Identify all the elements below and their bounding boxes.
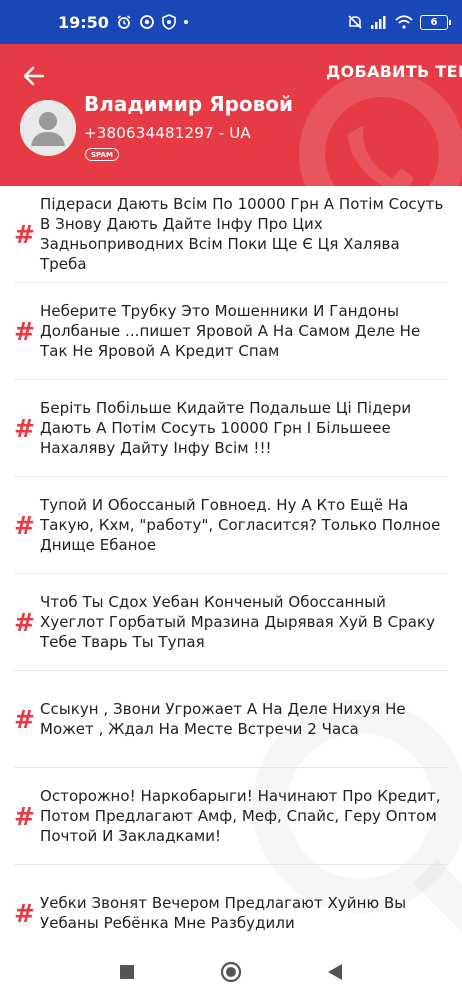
add-tag-button[interactable]: ДОБАВИТЬ ТЕГ xyxy=(326,62,462,81)
back-nav-button[interactable] xyxy=(321,958,349,986)
comment-text: Беріть Побільше Кидайте Подальше Ці Піде… xyxy=(40,399,412,457)
mute-icon xyxy=(347,14,363,30)
spam-badge: SPAM xyxy=(85,148,119,161)
battery-icon: 6 xyxy=(420,14,451,30)
status-time: 19:50 xyxy=(58,12,109,32)
contact-name: Владимир Яровой xyxy=(84,92,294,116)
alarm-icon xyxy=(116,14,132,30)
triangle-back-icon xyxy=(328,964,342,980)
comment-text: Уебки Звонят Вечером Предлагают Хуйню Вы… xyxy=(40,894,407,932)
hash-icon: # xyxy=(14,704,35,734)
comment-item[interactable]: # Осторожно! Наркобарыги! Начинают Про К… xyxy=(14,768,448,865)
comment-text: Підераси Дають Всім По 10000 Грн А Потім… xyxy=(40,195,444,273)
avatar xyxy=(20,100,76,156)
comment-item[interactable]: # Ссыкун , Звони Угрожает А На Деле Ниху… xyxy=(14,671,448,768)
comment-text: Чтоб Ты Сдох Уебан Конченый Обоссанный Х… xyxy=(40,593,436,651)
comment-text: Ссыкун , Звони Угрожает А На Деле Нихуя … xyxy=(40,700,406,738)
back-button[interactable] xyxy=(18,60,50,92)
contact-header: ДОБАВИТЬ ТЕГ Владимир Яровой +3806344812… xyxy=(0,44,462,186)
hash-icon: # xyxy=(14,510,35,540)
comment-text: Осторожно! Наркобарыги! Начинают Про Кре… xyxy=(40,787,441,845)
status-bar: 19:50 6 xyxy=(0,0,462,44)
comment-item[interactable]: # Уебки Звонят Вечером Предлагают Хуйню … xyxy=(14,865,448,944)
comment-list[interactable]: # Підераси Дають Всім По 10000 Грн А Пот… xyxy=(0,186,462,944)
dot-icon xyxy=(183,19,189,25)
home-button[interactable] xyxy=(217,958,245,986)
hash-icon: # xyxy=(14,219,35,249)
hash-icon: # xyxy=(14,801,35,831)
browser-icon xyxy=(139,14,155,30)
signal-icon xyxy=(370,15,388,29)
hash-icon: # xyxy=(14,607,35,637)
square-icon xyxy=(120,965,134,979)
hash-icon: # xyxy=(14,898,35,928)
comment-item[interactable]: # Тупой И Обоссаный Говноед. Ну А Кто Ещ… xyxy=(14,477,448,574)
hash-icon: # xyxy=(14,316,35,346)
comment-text: Тупой И Обоссаный Говноед. Ну А Кто Ещё … xyxy=(40,496,441,554)
wifi-icon xyxy=(395,15,413,29)
comment-item[interactable]: # Підераси Дають Всім По 10000 Грн А Пот… xyxy=(14,186,448,283)
recents-button[interactable] xyxy=(113,958,141,986)
comment-item[interactable]: # Чтоб Ты Сдох Уебан Конченый Обоссанный… xyxy=(14,574,448,671)
system-nav-bar xyxy=(0,944,462,1000)
circle-icon xyxy=(220,961,242,983)
comment-text: Неберите Трубку Это Мошенники И Гандоны … xyxy=(40,302,421,360)
user-placeholder-icon xyxy=(20,100,76,156)
contact-phone: +380634481297 - UA xyxy=(84,124,251,142)
comment-item[interactable]: # Беріть Побільше Кидайте Подальше Ці Пі… xyxy=(14,380,448,477)
arrow-left-icon xyxy=(23,66,45,86)
comment-item[interactable]: # Неберите Трубку Это Мошенники И Гандон… xyxy=(14,283,448,380)
hash-icon: # xyxy=(14,413,35,443)
shield-icon xyxy=(162,14,176,30)
